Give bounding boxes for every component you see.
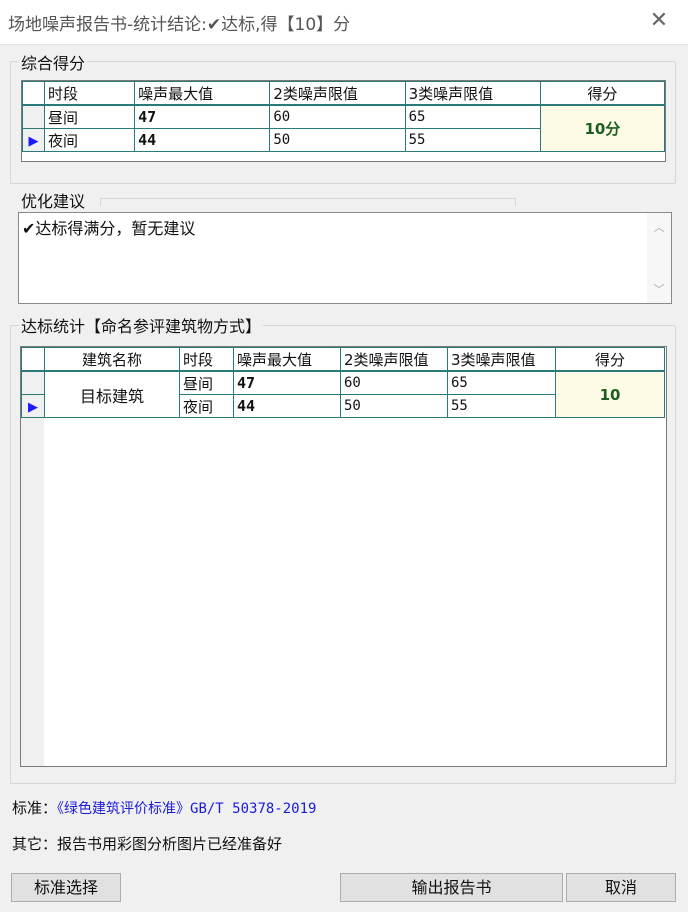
summary-legend: 综合得分 <box>19 50 88 74</box>
header-max[interactable]: 噪声最大值 <box>233 347 341 372</box>
cell-limit3[interactable]: 55 <box>447 394 556 418</box>
header-max[interactable]: 噪声最大值 <box>134 81 271 106</box>
scroll-down-icon[interactable]: ﹀ <box>650 283 668 297</box>
cell-limit3[interactable]: 65 <box>404 104 541 129</box>
header-limit2[interactable]: 2类噪声限值 <box>269 81 406 106</box>
standard-line: 标准：《绿色建筑评价标准》GB/T 50378-2019 <box>12 797 316 818</box>
header-limit3[interactable]: 3类噪声限值 <box>447 347 556 372</box>
current-row-indicator[interactable]: ▶ <box>21 128 46 152</box>
cell-limit2[interactable]: 60 <box>269 104 406 129</box>
cell-limit2[interactable]: 60 <box>340 370 448 395</box>
current-row-arrow-icon: ▶ <box>28 134 39 149</box>
current-row-arrow-icon: ▶ <box>28 400 38 415</box>
other-line: 其它：报告书用彩图分析图片已经准备好 <box>12 833 282 854</box>
cell-period[interactable]: 昼间 <box>179 370 234 395</box>
summary-grid: 时段 噪声最大值 2类噪声限值 3类噪声限值 得分 昼间 47 60 65 10… <box>21 80 666 162</box>
other-label: 其它： <box>12 835 58 853</box>
cell-max[interactable]: 47 <box>134 104 271 129</box>
standard-link[interactable]: 《绿色建筑评价标准》GB/T 50378-2019 <box>57 801 316 817</box>
header-indicator <box>21 81 46 106</box>
cancel-button[interactable]: 取消 <box>566 873 676 902</box>
cell-period[interactable]: 昼间 <box>44 104 136 129</box>
header-score[interactable]: 得分 <box>555 347 665 372</box>
cell-max[interactable]: 44 <box>134 128 271 152</box>
cell-max[interactable]: 44 <box>233 394 341 418</box>
title-bar: 场地噪声报告书-统计结论:✔达标,得【10】分 ✕ <box>0 0 688 45</box>
cell-limit2[interactable]: 50 <box>269 128 406 152</box>
current-row-indicator[interactable]: ▶ <box>21 394 45 418</box>
standard-label: 标准： <box>12 799 58 817</box>
header-limit2[interactable]: 2类噪声限值 <box>340 347 448 372</box>
header-score[interactable]: 得分 <box>539 81 666 106</box>
header-building[interactable]: 建筑名称 <box>44 347 180 372</box>
cell-period[interactable]: 夜间 <box>179 394 234 418</box>
advice-text: ✔达标得满分，暂无建议 <box>22 219 196 238</box>
advice-textbox[interactable]: ✔达标得满分，暂无建议 ︿ ﹀ <box>18 212 672 304</box>
scroll-up-icon[interactable]: ︿ <box>650 221 668 235</box>
stats-header-row: 建筑名称 时段 噪声最大值 2类噪声限值 3类噪声限值 得分 <box>21 347 665 372</box>
select-standard-button[interactable]: 标准选择 <box>11 873 121 902</box>
cell-limit2[interactable]: 50 <box>340 394 448 418</box>
cell-limit3[interactable]: 55 <box>404 128 541 152</box>
advice-legend-rule <box>100 198 516 206</box>
cell-limit3[interactable]: 65 <box>447 370 556 395</box>
score-cell[interactable]: 10分 <box>539 104 666 152</box>
header-period[interactable]: 时段 <box>44 81 136 106</box>
other-text: 报告书用彩图分析图片已经准备好 <box>57 835 283 853</box>
row-indicator[interactable] <box>21 370 45 395</box>
cell-max[interactable]: 47 <box>233 370 341 395</box>
table-row[interactable]: 目标建筑 昼间 47 60 65 10 <box>21 370 665 418</box>
score-cell[interactable]: 10 <box>555 370 665 418</box>
advice-scrollbar[interactable]: ︿ ﹀ <box>647 213 671 303</box>
window-title: 场地噪声报告书-统计结论:✔达标,得【10】分 <box>8 15 351 35</box>
cell-building[interactable]: 目标建筑 <box>44 370 180 418</box>
stats-legend: 达标统计【命名参评建筑物方式】 <box>19 313 264 337</box>
stats-grid: 建筑名称 时段 噪声最大值 2类噪声限值 3类噪声限值 得分 目标建筑 昼间 4… <box>20 346 667 767</box>
close-icon[interactable]: ✕ <box>644 6 674 36</box>
row-indicator[interactable] <box>21 104 46 129</box>
table-row[interactable]: 昼间 47 60 65 10分 <box>21 104 666 152</box>
cell-period[interactable]: 夜间 <box>44 128 136 152</box>
export-report-button[interactable]: 输出报告书 <box>340 873 563 902</box>
advice-legend: 优化建议 <box>19 188 88 212</box>
header-indicator <box>21 347 45 372</box>
summary-header-row: 时段 噪声最大值 2类噪声限值 3类噪声限值 得分 <box>21 81 666 106</box>
header-limit3[interactable]: 3类噪声限值 <box>404 81 541 106</box>
header-period[interactable]: 时段 <box>179 347 234 372</box>
